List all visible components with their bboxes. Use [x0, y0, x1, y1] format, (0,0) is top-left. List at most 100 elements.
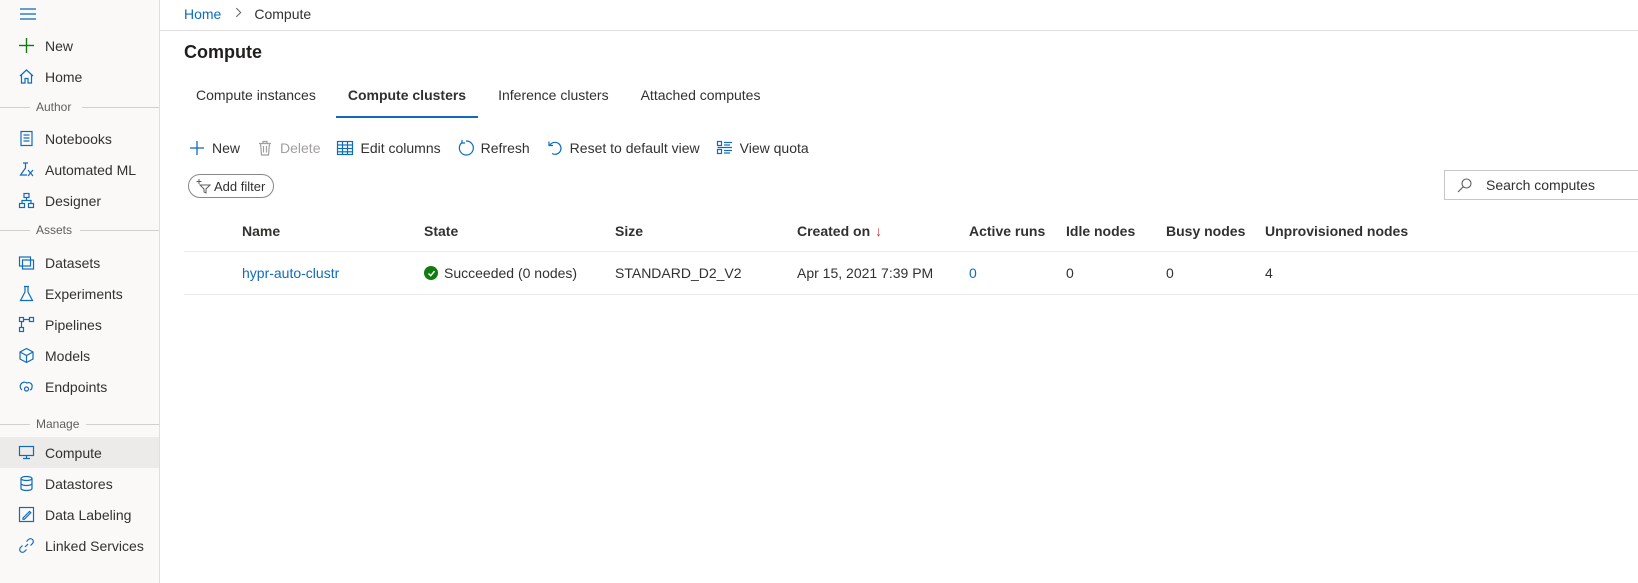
table-header: Name State Size Created on ↓ Active runs… [184, 210, 1638, 252]
undo-icon [546, 139, 564, 157]
search-icon [1457, 177, 1472, 192]
nav-item-label: Data Labeling [45, 506, 132, 523]
column-header-idle-nodes[interactable]: Idle nodes [1066, 210, 1135, 251]
nav-item-models[interactable]: Models [0, 340, 159, 371]
column-header-size[interactable]: Size [615, 210, 643, 251]
nav-item-label: New [45, 37, 74, 54]
section-label-manage: Manage [36, 417, 80, 431]
nav-item-label: Datastores [45, 475, 113, 492]
left-navigation: New Home Author Notebooks Automated ML D… [0, 0, 160, 583]
chevron-right-icon [235, 7, 242, 21]
nav-item-datasets[interactable]: Datasets [0, 247, 159, 278]
unprovisioned-nodes-cell: 4 [1265, 265, 1273, 281]
datasets-icon [18, 254, 35, 271]
search-input[interactable] [1484, 176, 1638, 194]
nav-item-label: Compute [45, 444, 102, 461]
plus-icon [188, 139, 206, 157]
nav-item-label: Notebooks [45, 130, 112, 147]
column-header-busy-nodes[interactable]: Busy nodes [1166, 210, 1245, 251]
tab-inference-clusters[interactable]: Inference clusters [486, 84, 621, 118]
nav-item-linked-services[interactable]: Linked Services [0, 530, 159, 561]
flask-icon [18, 285, 35, 302]
section-divider [0, 424, 30, 425]
delete-button[interactable]: Delete [256, 139, 320, 157]
table-columns-icon [336, 139, 354, 157]
compute-clusters-table: Name State Size Created on ↓ Active runs… [184, 210, 1638, 295]
command-bar: New Delete Edit columns Refresh Reset to… [188, 137, 825, 159]
main-content: Home Compute Compute Compute instances C… [160, 0, 1638, 583]
nav-item-label: Automated ML [45, 161, 137, 178]
breadcrumb: Home Compute [184, 6, 311, 22]
nav-item-compute[interactable]: Compute [0, 437, 159, 468]
view-quota-button-label: View quota [739, 140, 809, 156]
nav-item-datastores[interactable]: Datastores [0, 468, 159, 499]
state-text: Succeeded (0 nodes) [444, 265, 578, 281]
busy-nodes-cell: 0 [1166, 265, 1174, 281]
header-divider [160, 30, 1638, 31]
database-icon [18, 475, 35, 492]
table-row[interactable]: hypr-auto-clustr Succeeded (0 nodes) STA… [184, 252, 1638, 295]
plus-icon [18, 37, 35, 54]
section-divider [80, 230, 159, 231]
endpoints-icon [18, 378, 35, 395]
active-runs-link[interactable]: 0 [969, 265, 977, 281]
add-filter-button[interactable]: Add filter [188, 174, 275, 198]
monitor-icon [18, 444, 35, 461]
edit-columns-button-label: Edit columns [360, 140, 441, 156]
nav-item-label: Home [45, 68, 83, 85]
list-quota-icon [716, 139, 734, 157]
column-header-active-runs[interactable]: Active runs [969, 210, 1045, 251]
refresh-icon [457, 139, 475, 157]
section-divider [0, 107, 30, 108]
nav-item-label: Experiments [45, 285, 123, 302]
trash-icon [256, 139, 274, 157]
breadcrumb-home-link[interactable]: Home [184, 6, 221, 22]
page-title: Compute [184, 42, 262, 62]
nav-item-data-labeling[interactable]: Data Labeling [0, 499, 159, 530]
column-header-state[interactable]: State [424, 210, 458, 251]
cube-icon [18, 347, 35, 364]
cluster-name-link[interactable]: hypr-auto-clustr [242, 265, 339, 281]
refresh-button-label: Refresh [480, 140, 530, 156]
pipelines-icon [18, 316, 35, 333]
link-icon [18, 537, 35, 554]
nav-item-endpoints[interactable]: Endpoints [0, 371, 159, 402]
edit-columns-button[interactable]: Edit columns [336, 139, 441, 157]
add-filter-label: Add filter [214, 178, 266, 194]
column-header-unprovisioned-nodes[interactable]: Unprovisioned nodes [1265, 210, 1408, 251]
nav-item-designer[interactable]: Designer [0, 185, 159, 216]
section-divider [86, 424, 159, 425]
new-button-label: New [212, 140, 241, 156]
nav-item-label: Endpoints [45, 378, 108, 395]
section-divider [82, 107, 159, 108]
nav-item-home[interactable]: Home [0, 61, 159, 92]
nav-item-label: Designer [45, 192, 102, 209]
column-header-created-on-label: Created on [797, 222, 871, 239]
nav-item-notebooks[interactable]: Notebooks [0, 123, 159, 154]
tab-compute-clusters[interactable]: Compute clusters [335, 84, 479, 118]
new-button[interactable]: New [188, 139, 240, 157]
designer-icon [18, 192, 35, 209]
reset-view-button-label: Reset to default view [569, 140, 700, 156]
notebook-icon [18, 130, 35, 147]
search-box[interactable] [1444, 170, 1638, 200]
column-header-created-on[interactable]: Created on ↓ [797, 210, 882, 251]
hamburger-menu-icon[interactable] [19, 6, 37, 22]
nav-item-automated-ml[interactable]: Automated ML [0, 154, 159, 185]
home-icon [18, 68, 35, 85]
column-header-name[interactable]: Name [242, 210, 280, 251]
nav-item-label: Models [45, 347, 91, 364]
nav-item-pipelines[interactable]: Pipelines [0, 309, 159, 340]
refresh-button[interactable]: Refresh [457, 139, 530, 157]
tab-attached-computes[interactable]: Attached computes [629, 84, 773, 118]
automl-icon [18, 161, 35, 178]
breadcrumb-current: Compute [254, 6, 312, 22]
view-quota-button[interactable]: View quota [716, 139, 809, 157]
delete-button-label: Delete [280, 140, 321, 156]
reset-view-button[interactable]: Reset to default view [546, 139, 700, 157]
idle-nodes-cell: 0 [1066, 265, 1074, 281]
state-cell: Succeeded (0 nodes) [424, 252, 577, 294]
nav-item-new[interactable]: New [0, 30, 159, 61]
tab-compute-instances[interactable]: Compute instances [184, 84, 328, 118]
nav-item-experiments[interactable]: Experiments [0, 278, 159, 309]
